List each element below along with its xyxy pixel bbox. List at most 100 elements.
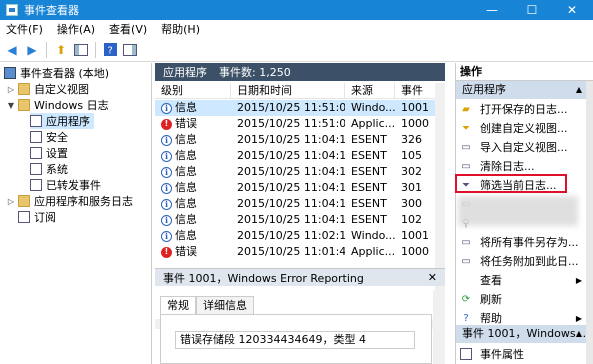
menu-action[interactable]: 操作(A): [57, 21, 95, 37]
tree-item-apps-services-logs[interactable]: ▷ 应用程序和服务日志: [6, 193, 133, 209]
level-text: 信息: [175, 197, 197, 210]
save-icon: ▭: [461, 236, 471, 248]
actions-section-event[interactable]: 事件 1001，Windows ... ▲: [456, 325, 586, 343]
collapse-up-icon[interactable]: ▲: [576, 325, 582, 343]
table-row[interactable]: ! 错误 2015/10/25 11:01:49 Applic... 1000: [155, 244, 435, 260]
cell-level: i 信息: [155, 164, 231, 180]
tree-item-custom-views[interactable]: ▷ 自定义视图: [6, 81, 89, 97]
info-icon: i: [161, 102, 172, 114]
tree-item-application[interactable]: 应用程序: [30, 113, 94, 129]
action-filter-star[interactable]: ⏷ 创建自定义视图...: [456, 119, 586, 137]
action-label: 刷新: [480, 293, 502, 306]
action-folder-open[interactable]: ▰ 打开保存的日志...: [456, 100, 586, 118]
table-row[interactable]: i 信息 2015/10/25 11:02:10 Windo... 1001: [155, 228, 435, 244]
action-label: 将所有事件另存为...: [480, 236, 579, 249]
menu-help[interactable]: 帮助(H): [161, 21, 200, 37]
table-row[interactable]: ! 错误 2015/10/25 11:51:04 Applic... 1000: [155, 116, 435, 132]
back-icon[interactable]: ◀: [4, 42, 20, 58]
show-hide-action-pane-icon[interactable]: [122, 42, 138, 58]
action-refresh[interactable]: ⟳ 刷新: [456, 290, 586, 308]
action-save[interactable]: ▭ 将所有事件另存为...: [456, 233, 586, 251]
tree-item-system[interactable]: 系统: [30, 161, 68, 177]
tree-item-label: 事件查看器 (本地): [20, 67, 110, 80]
action-label: 帮助: [480, 312, 502, 325]
info-icon: i: [161, 182, 172, 194]
action-import[interactable]: ▭ 导入自定义视图...: [456, 138, 586, 156]
collapse-up-icon[interactable]: ▲: [576, 81, 582, 99]
maximize-button[interactable]: ☐: [512, 0, 552, 20]
tree-item-security[interactable]: 安全: [30, 129, 68, 145]
action-event-properties[interactable]: 事件属性: [456, 345, 586, 363]
show-hide-tree-icon[interactable]: [73, 42, 89, 58]
cell-datetime: 2015/10/25 11:04:17: [237, 197, 345, 210]
table-row[interactable]: i 信息 2015/10/25 11:04:17 ESENT 105: [155, 148, 435, 164]
cell-level: ! 错误: [155, 116, 231, 132]
cell-event-id: 302: [401, 165, 422, 178]
collapse-arrow-icon[interactable]: ▼: [6, 101, 16, 110]
expand-arrow-icon[interactable]: ▷: [6, 85, 16, 94]
close-button[interactable]: ✕: [552, 0, 592, 20]
cell-datetime: 2015/10/25 11:04:17: [237, 181, 345, 194]
action-attach-task[interactable]: ▭ 将任务附加到此日...: [456, 252, 586, 270]
detail-content: 错误存储段 120334434649，类型 4: [160, 314, 432, 364]
table-row[interactable]: i 信息 2015/10/25 11:04:17 ESENT 301: [155, 180, 435, 196]
action-label: 导入自定义视图...: [480, 141, 568, 154]
cell-event-id: 1000: [401, 117, 429, 130]
minimize-button[interactable]: —: [472, 0, 512, 20]
toolbar: ◀ ▶ ⬆ ?: [0, 38, 593, 62]
info-icon: i: [161, 214, 172, 226]
toolbar-separator: [95, 41, 96, 58]
tree-item-label: 设置: [46, 147, 68, 160]
tree-item-windows-logs[interactable]: ▼ Windows 日志: [6, 97, 109, 113]
blurred-region: [458, 196, 578, 226]
menu-file[interactable]: 文件(F): [6, 21, 43, 37]
tab-details[interactable]: 详细信息: [196, 296, 254, 314]
cell-source: Windo...: [351, 229, 395, 242]
tree-item-forwarded-events[interactable]: 已转发事件: [30, 177, 101, 193]
action-label: 将任务附加到此日...: [480, 255, 579, 268]
menu-view[interactable]: 查看(V): [109, 21, 147, 37]
actions-scrollbar[interactable]: [586, 81, 593, 364]
event-count: 事件数: 1,250: [219, 66, 291, 79]
attach-task-icon: ▭: [461, 255, 471, 267]
tree-item-label: 已转发事件: [46, 179, 101, 192]
tree-item-subscriptions[interactable]: 订阅: [18, 209, 56, 225]
tab-general[interactable]: 常规: [160, 296, 196, 314]
table-row[interactable]: i 信息 2015/10/25 11:04:17 ESENT 102: [155, 212, 435, 228]
info-icon: i: [161, 134, 172, 146]
cell-source: Windo...: [351, 101, 395, 114]
table-row[interactable]: i 信息 2015/10/25 11:51:06 Windo... 1001: [155, 100, 435, 116]
tree-item-label: 自定义视图: [34, 83, 89, 96]
tree-item-label: 订阅: [34, 211, 56, 224]
tree-item-setup[interactable]: 设置: [30, 145, 68, 161]
folder-icon: [18, 195, 30, 207]
expand-arrow-icon[interactable]: ▷: [6, 197, 16, 206]
tree-item-event-viewer-local[interactable]: 事件查看器 (本地): [4, 65, 109, 81]
table-row[interactable]: i 信息 2015/10/25 11:04:17 ESENT 302: [155, 164, 435, 180]
action-label: 清除日志...: [480, 160, 535, 173]
action-view[interactable]: 查看 ▶: [456, 271, 586, 289]
log-icon: [30, 163, 42, 175]
refresh-icon: ⟳: [461, 293, 471, 305]
log-icon: [30, 147, 42, 159]
event-description: 错误存储段 120334434649，类型 4: [175, 331, 415, 349]
action-clear[interactable]: ▭ 清除日志...: [456, 157, 586, 175]
window-title: 事件查看器: [24, 4, 79, 17]
up-folder-icon[interactable]: ⬆: [53, 42, 69, 58]
table-row[interactable]: i 信息 2015/10/25 11:04:17 ESENT 326: [155, 132, 435, 148]
column-datetime[interactable]: 日期和时间: [231, 83, 345, 99]
tree-item-label: 安全: [46, 131, 68, 144]
column-level[interactable]: 级别: [155, 83, 231, 99]
actions-section-application[interactable]: 应用程序 ▲: [456, 81, 586, 99]
column-source[interactable]: 来源: [345, 83, 395, 99]
svg-text:?: ?: [107, 46, 112, 57]
detail-vertical-scrollbar[interactable]: [433, 290, 445, 364]
close-detail-button[interactable]: ✕: [428, 271, 437, 284]
help-icon[interactable]: ?: [102, 42, 118, 58]
table-row[interactable]: i 信息 2015/10/25 11:04:17 ESENT 300: [155, 196, 435, 212]
action-label: 打开保存的日志...: [480, 103, 568, 116]
column-event-id[interactable]: 事件 ID: [395, 83, 435, 113]
forward-icon[interactable]: ▶: [24, 42, 40, 58]
cell-source: ESENT: [351, 197, 387, 210]
error-icon: !: [161, 118, 172, 130]
